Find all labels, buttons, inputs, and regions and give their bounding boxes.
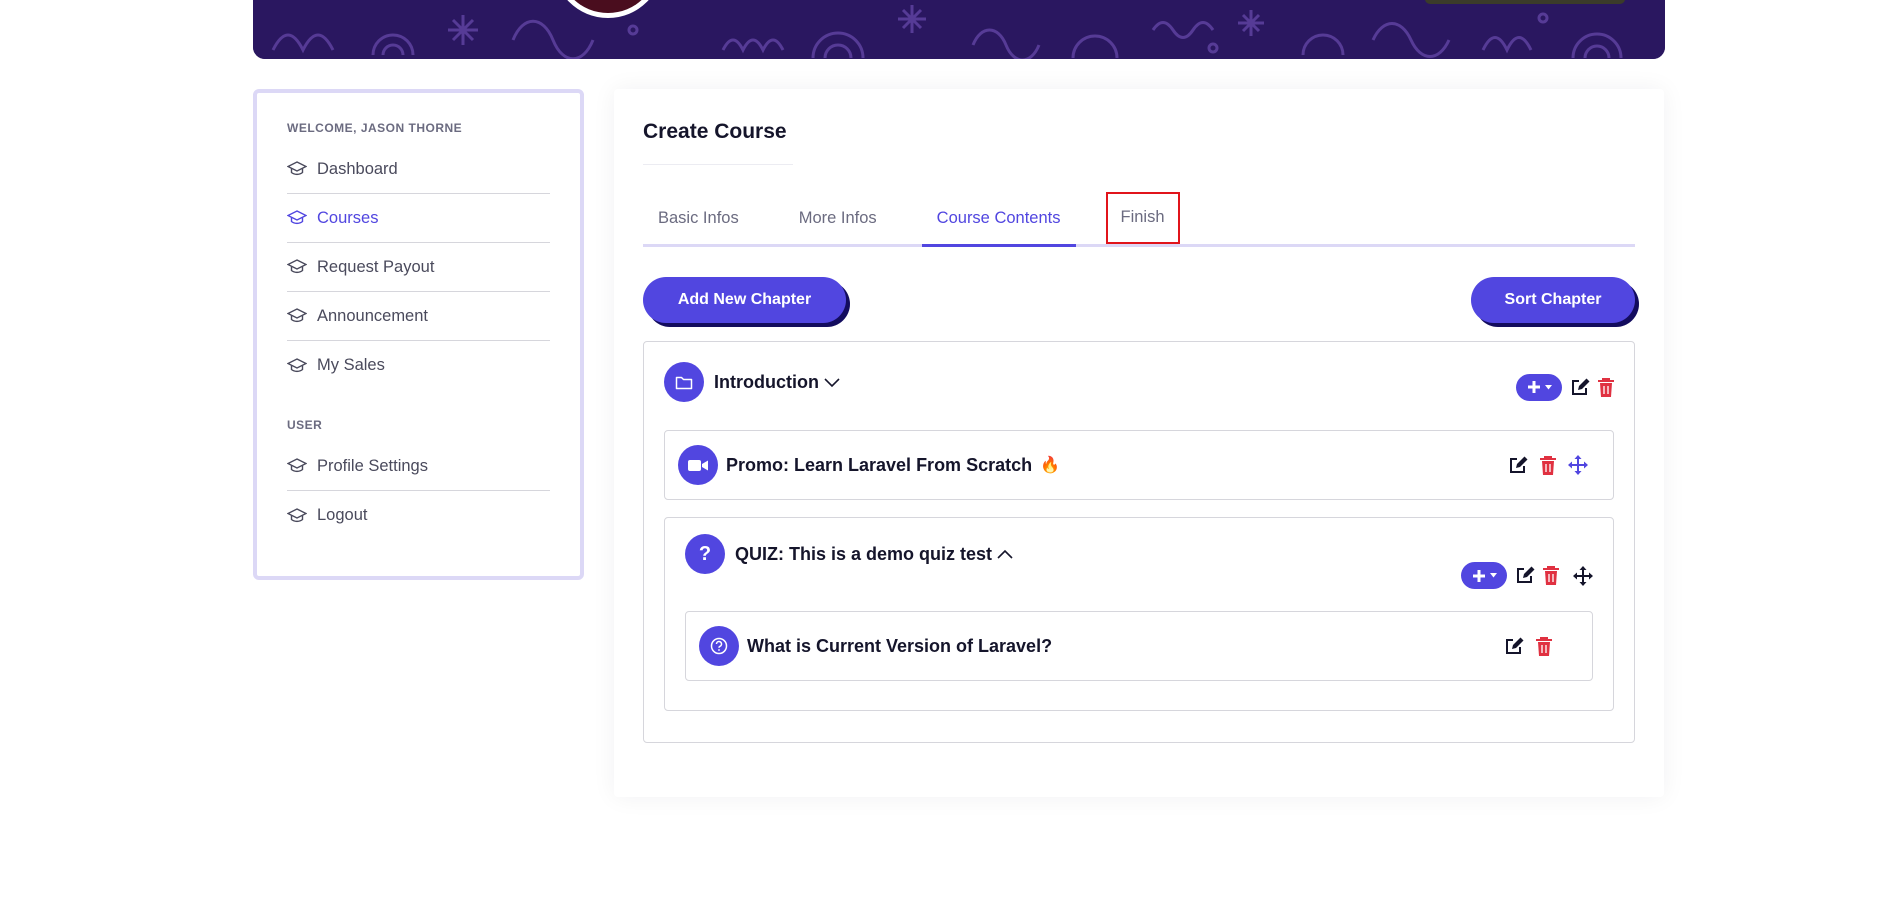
edit-icon[interactable] [1515, 566, 1535, 585]
drag-move-icon[interactable] [1568, 455, 1588, 475]
course-step-tabs: Basic Infos More Infos Course Contents F… [643, 192, 1635, 247]
sidebar-item-logout[interactable]: Logout [287, 491, 550, 540]
plus-icon [1527, 381, 1540, 393]
sidebar-item-label: Dashboard [317, 159, 398, 178]
plus-icon [1472, 569, 1485, 582]
video-camera-icon [678, 445, 718, 485]
graduation-cap-icon [287, 357, 307, 372]
sidebar-item-label: Profile Settings [317, 456, 428, 475]
graduation-cap-icon [287, 308, 307, 323]
question-actions [1504, 636, 1552, 656]
sidebar-item-label: Request Payout [317, 257, 435, 276]
drag-move-icon[interactable] [1573, 565, 1593, 586]
graduation-cap-icon [287, 458, 307, 473]
tab-finish[interactable]: Finish [1105, 192, 1180, 244]
user-heading: USER [287, 418, 323, 432]
fire-icon: 🔥 [1040, 457, 1061, 474]
sort-chapter-button[interactable]: Sort Chapter [1471, 277, 1635, 323]
chevron-up-icon[interactable] [996, 548, 1014, 560]
tab-more-infos[interactable]: More Infos [784, 194, 892, 244]
banner-pattern [253, 0, 1665, 59]
caret-down-icon [1544, 384, 1552, 389]
graduation-cap-icon [287, 161, 307, 176]
quiz-title: QUIZ: This is a demo quiz test [735, 543, 993, 564]
lesson-row: Promo: Learn Laravel From Scratch 🔥 [664, 430, 1614, 500]
question-mark-icon: ? [685, 534, 725, 574]
tab-basic-infos[interactable]: Basic Infos [643, 194, 754, 244]
profile-banner [253, 0, 1665, 59]
chapter-actions-row: Add New Chapter Sort Chapter [643, 277, 1635, 323]
quiz-actions [1461, 562, 1593, 589]
chapter-actions [1516, 373, 1614, 401]
graduation-cap-icon [287, 507, 307, 522]
sidebar-item-request-payout[interactable]: Request Payout [287, 243, 550, 292]
edit-icon[interactable] [1504, 637, 1524, 656]
edit-icon[interactable] [1570, 378, 1590, 397]
question-title: What is Current Version of Laravel? [747, 635, 1053, 656]
chapter-card: Introduction Promo: Learn Laravel From S… [643, 341, 1635, 743]
lesson-title: Promo: Learn Laravel From Scratch [726, 454, 1033, 475]
sidebar-item-my-sales[interactable]: My Sales [287, 341, 550, 390]
delete-icon[interactable] [1540, 455, 1556, 475]
lesson-actions [1508, 455, 1588, 475]
page-title: Create Course [643, 120, 793, 165]
chevron-down-icon[interactable] [823, 376, 841, 388]
tab-course-contents[interactable]: Course Contents [921, 194, 1076, 247]
sidebar-item-dashboard[interactable]: Dashboard [287, 145, 550, 194]
sidebar-item-label: Courses [317, 208, 379, 227]
banner-decoration [1425, 0, 1625, 4]
chapter-header: Introduction [664, 362, 1614, 402]
quiz-header: ? QUIZ: This is a demo quiz test [685, 534, 1593, 589]
edit-icon[interactable] [1508, 456, 1528, 475]
sidebar-item-label: Logout [317, 506, 368, 524]
caret-down-icon [1489, 573, 1497, 578]
delete-icon[interactable] [1598, 377, 1614, 397]
sidebar-item-courses[interactable]: Courses [287, 194, 550, 243]
create-course-panel: Create Course Basic Infos More Infos Cou… [614, 89, 1664, 797]
question-row: What is Current Version of Laravel? [685, 611, 1593, 681]
folder-icon [664, 362, 704, 402]
quiz-card: ? QUIZ: This is a demo quiz test What is… [664, 517, 1614, 711]
delete-icon[interactable] [1543, 566, 1559, 585]
add-content-dropdown-button[interactable] [1516, 373, 1562, 401]
sidebar-item-label: My Sales [317, 356, 385, 374]
chapter-title: Introduction [714, 371, 819, 392]
graduation-cap-icon [287, 210, 307, 225]
welcome-heading: WELCOME, JASON THORNE [287, 121, 463, 135]
dashboard-sidebar: WELCOME, JASON THORNE Dashboard Courses … [253, 89, 584, 580]
sidebar-item-announcement[interactable]: Announcement [287, 292, 550, 341]
sidebar-item-label: Announcement [317, 306, 428, 325]
delete-icon[interactable] [1536, 636, 1552, 656]
add-new-chapter-button[interactable]: Add New Chapter [643, 277, 846, 323]
add-question-dropdown-button[interactable] [1461, 562, 1507, 589]
graduation-cap-icon [287, 259, 307, 274]
question-circle-icon [699, 626, 739, 666]
sidebar-item-profile-settings[interactable]: Profile Settings [287, 442, 550, 491]
